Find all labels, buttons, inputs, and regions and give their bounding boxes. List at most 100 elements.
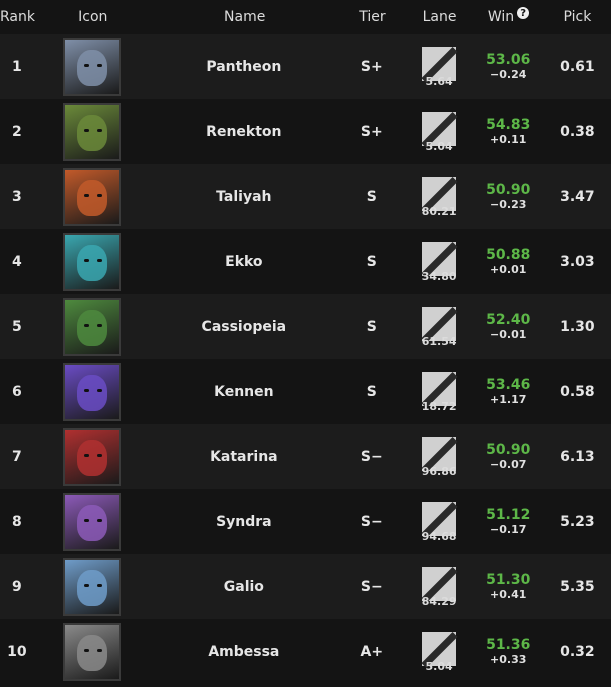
portrait-eye [83,128,89,132]
rank-cell: 8 [11,513,22,530]
help-icon[interactable]: ? [517,7,530,19]
champion-name[interactable]: Galio [149,579,338,595]
win-cell: 53.06 −0.24 [473,52,544,82]
lane-cell: 96.86 [405,435,472,478]
lane-rate: 18.72 [421,400,457,413]
win-delta: −0.17 [490,522,527,536]
ekko-portrait[interactable] [62,232,121,291]
champion-name[interactable]: Kennen [149,384,338,400]
pick-rate: 3.47 [560,188,595,205]
rank-cell: 6 [11,383,22,400]
portrait-eye [96,583,102,587]
icon-cell [34,297,150,356]
portrait-face [76,309,107,346]
icon-cell [34,622,150,681]
portrait-eye [96,258,102,262]
table-row[interactable]: 2 Renekton S+ 5.04 54.83 +0.11 0.38 [0,99,611,164]
lane-cell: 80.21 [405,175,472,218]
win-rate: 52.40 [486,311,531,328]
lane-rate: 84.29 [421,595,457,608]
katarina-portrait[interactable] [62,427,121,486]
portrait-face [76,374,107,411]
lane-rate: 80.21 [421,205,457,218]
lane-cell: 5.64 [405,45,472,88]
lane-rate: 61.54 [421,335,457,348]
win-rate: 50.88 [486,246,531,263]
win-cell: 50.88 +0.01 [473,247,544,277]
icon-cell [34,37,150,96]
galio-portrait[interactable] [62,557,121,616]
table-row[interactable]: 5 Cassiopeia S 61.54 52.40 −0.01 1.30 [0,294,611,359]
ambessa-portrait[interactable] [62,622,121,681]
win-cell: 51.12 −0.17 [473,507,544,537]
table-row[interactable]: 8 Syndra S− 94.68 51.12 −0.17 5.23 [0,489,611,554]
win-rate: 53.06 [486,51,531,68]
lane-rate: 5.04 [425,660,453,673]
table-row[interactable]: 7 Katarina S− 96.86 50.90 −0.07 6.13 [0,424,611,489]
champion-name[interactable]: Katarina [149,449,338,465]
portrait-face [76,49,107,86]
header-win-label[interactable]: Win [488,9,514,25]
table-row[interactable]: 3 Taliyah S 80.21 50.90 −0.23 3.47 [0,164,611,229]
win-delta: +0.01 [490,262,527,276]
rank-cell: 1 [11,58,22,75]
champion-name[interactable]: Ekko [149,254,338,270]
table-row[interactable]: 6 Kennen S 18.72 53.46 +1.17 0.58 [0,359,611,424]
cassiopeia-portrait[interactable] [62,297,121,356]
tier-cell: S [366,383,377,400]
table-row[interactable]: 4 Ekko S 34.80 50.88 +0.01 3.03 [0,229,611,294]
portrait-eye [83,63,89,67]
champion-name[interactable]: Renekton [149,124,338,140]
kennen-portrait[interactable] [62,362,121,421]
tier-cell: A+ [360,643,384,660]
icon-cell [34,167,150,226]
champion-name[interactable]: Pantheon [149,59,338,75]
table-row[interactable]: 1 Pantheon S+ 5.64 53.06 −0.24 0.61 [0,34,611,99]
icon-cell [34,557,150,616]
pick-rate: 0.58 [560,383,595,400]
champion-name[interactable]: Syndra [149,514,338,530]
portrait-eye [96,453,102,457]
lane-cell: 5.04 [405,630,472,673]
header-icon: Icon [78,9,108,25]
table-header: Rank Icon Name Tier Lane Win ? Pick [0,0,611,34]
taliyah-portrait[interactable] [62,167,121,226]
header-lane[interactable]: Lane [406,9,473,25]
win-cell: 54.83 +0.11 [473,117,544,147]
header-rank[interactable]: Rank [0,9,35,25]
table-row[interactable]: 10 Ambessa A+ 5.04 51.36 +0.33 0.32 [0,619,611,684]
renekton-portrait[interactable] [62,102,121,161]
lane-cell: 94.68 [405,500,472,543]
pick-rate: 5.35 [560,578,595,595]
portrait-eye [96,648,102,652]
win-delta: +0.33 [490,652,527,666]
lane-rate: 34.80 [421,270,457,283]
header-win[interactable]: Win ? [473,7,544,25]
win-delta: −0.07 [490,457,527,471]
table-body: 1 Pantheon S+ 5.64 53.06 −0.24 0.61 2 Re… [0,34,611,684]
rank-cell: 3 [11,188,22,205]
champion-name[interactable]: Cassiopeia [149,319,338,335]
win-cell: 53.46 +1.17 [473,377,544,407]
tier-cell: S+ [360,58,383,75]
portrait-eye [83,583,89,587]
rank-cell: 10 [7,643,27,660]
rank-cell: 2 [11,123,22,140]
icon-cell [34,102,150,161]
header-pick[interactable]: Pick [544,9,611,25]
win-cell: 51.30 +0.41 [473,572,544,602]
header-name[interactable]: Name [151,9,339,25]
champion-name[interactable]: Taliyah [149,189,338,205]
pantheon-portrait[interactable] [62,37,121,96]
portrait-face [76,179,107,216]
header-tier[interactable]: Tier [339,9,406,25]
pick-rate: 0.61 [560,58,595,75]
table-row[interactable]: 9 Galio S− 84.29 51.30 +0.41 5.35 [0,554,611,619]
win-rate: 54.83 [486,116,531,133]
portrait-eye [96,63,102,67]
portrait-face [76,114,107,151]
syndra-portrait[interactable] [62,492,121,551]
tier-cell: S− [360,513,383,530]
rank-cell: 5 [11,318,22,335]
champion-name[interactable]: Ambessa [149,644,338,660]
